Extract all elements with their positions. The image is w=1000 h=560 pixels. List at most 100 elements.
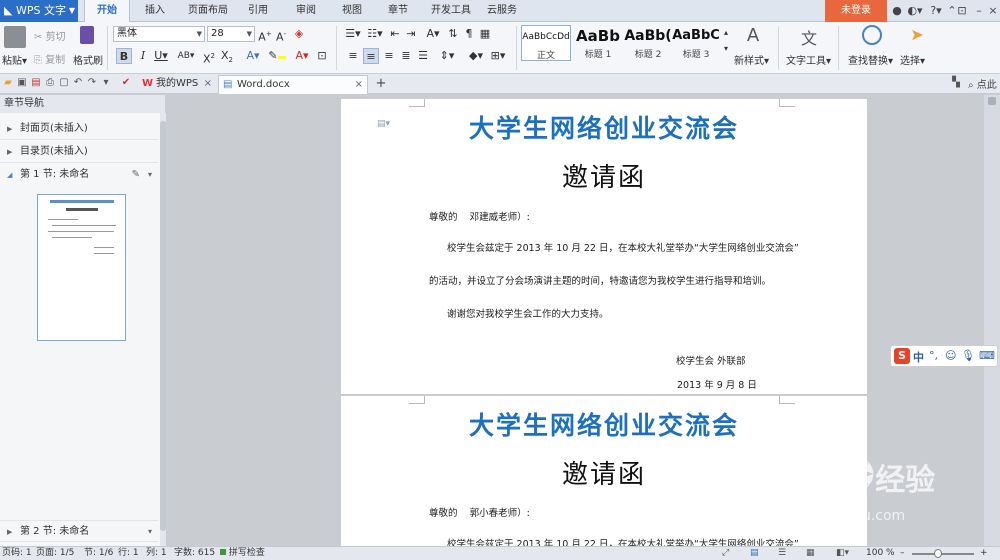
nav-item-cover[interactable]: ▶ 封面页(未插入) [0,118,158,140]
tab-page-layout[interactable]: 页面布局 [180,0,236,22]
zoom-level[interactable]: 100 % [866,547,895,560]
clear-format-icon[interactable]: ◈ [292,26,306,42]
style-normal[interactable]: AaBbCcDd 正文 [521,25,571,61]
style-heading2[interactable]: AaBb( 标题 2 [623,25,673,61]
status-page-number[interactable]: 页码: 1 [2,547,32,560]
nav-item-section-2[interactable]: ▶ 第 2 节: 未命名 ▾ [0,520,158,542]
new-tab-button[interactable]: + [374,74,388,94]
status-col[interactable]: 列: 1 [146,547,167,560]
status-row[interactable]: 行: 1 [118,547,139,560]
tab-chapter[interactable]: 章节 [380,0,416,22]
chinese-mode-icon[interactable]: 中 [913,349,924,365]
chevron-down-icon[interactable]: ▾ [148,164,152,186]
tab-insert[interactable]: 插入 [136,0,174,22]
skin-icon[interactable]: ● [890,0,904,22]
search-box[interactable]: ⌕ 点此 [968,76,997,91]
punctuation-icon[interactable]: °, [929,349,938,362]
quick-access-more-icon[interactable]: ▾ [100,77,112,89]
text-tools-button[interactable]: 文字工具▾ [786,52,831,67]
microphone-icon[interactable]: 🎙 [961,349,975,362]
border-button[interactable]: ⊞▾ [488,48,508,64]
close-tab-icon[interactable]: × [204,75,212,93]
web-view-icon[interactable]: ▦ [806,547,815,560]
strikethrough-button[interactable]: AB▾ [174,48,198,64]
share-icon[interactable]: ◐▾ [906,0,924,22]
highlight-button[interactable]: ✎ [266,48,288,64]
style-heading1[interactable]: AaBb 标题 1 [573,25,623,61]
tab-references[interactable]: 引用 [240,0,276,22]
font-color-button[interactable]: A▾ [292,48,312,64]
login-button[interactable]: 未登录 [825,0,887,22]
restore-icon[interactable]: ⊡ [955,0,969,22]
tab-my-wps[interactable]: W 我的WPS × [138,75,216,94]
input-method-bar[interactable]: S 中 °, ☺ 🎙 ⌨ [890,345,998,367]
nav-item-section-1[interactable]: ◢ 第 1 节: 未命名 ✎ ▾ [0,164,158,186]
reading-view-icon[interactable]: ◧▾ [836,547,849,560]
open-folder-icon[interactable]: ▰ [2,77,14,89]
chinese-layout-icon[interactable]: A▾ [424,26,442,42]
fullscreen-icon[interactable]: ⤢ [722,547,729,560]
redo-icon[interactable]: ↷ [86,77,98,89]
font-name-select[interactable]: 黑体 ▼ [113,26,205,42]
subscript-button[interactable]: X2 [220,48,234,64]
decrease-indent-icon[interactable]: ⇤ [388,26,402,42]
grid-icon[interactable]: ▦ [478,26,492,42]
pin-icon[interactable]: ✔ [120,77,132,89]
emoji-icon[interactable]: ☺ [945,349,956,362]
print-icon[interactable]: ⎙ [44,77,56,89]
scroll-thumb[interactable] [988,97,996,105]
edit-icon[interactable]: ✎ [132,164,140,186]
format-painter-icon[interactable] [80,26,94,44]
shrink-font-icon[interactable]: A- [274,26,288,44]
spell-check-toggle[interactable]: 拼写检查 [220,547,265,560]
export-pdf-icon[interactable]: ▤ [30,77,42,89]
increase-indent-icon[interactable]: ⇥ [404,26,418,42]
zoom-slider[interactable] [912,553,974,555]
tab-view[interactable]: 视图 [334,0,370,22]
style-heading3[interactable]: AaBbC 标题 3 [671,25,721,61]
align-left-icon[interactable]: ≡ [346,48,360,64]
close-icon[interactable]: × [986,0,1000,22]
tab-cloud[interactable]: 云服务 [482,0,522,22]
grow-font-icon[interactable]: A+ [258,26,272,44]
underline-button[interactable]: U▾ [152,48,170,64]
page-thumbnail[interactable] [37,194,126,341]
copy-button[interactable]: ⎘ 复制 [34,51,65,66]
page-view-icon[interactable]: ▤ [750,547,759,560]
char-border-icon[interactable]: ⊡ [316,48,328,64]
justify-icon[interactable]: ≣ [399,48,413,64]
paste-icon[interactable] [4,26,26,48]
superscript-button[interactable]: X2 [202,48,216,66]
keyboard-icon[interactable]: ⌨ [979,349,995,362]
distribute-icon[interactable]: ☰ [416,48,430,64]
zoom-slider-handle[interactable] [934,549,942,558]
tab-home[interactable]: 开始 [84,0,130,22]
status-word-count[interactable]: 字数: 615 [174,547,215,560]
zoom-in-button[interactable]: + [980,547,988,560]
format-painter-button[interactable]: 格式刷 [73,52,103,67]
tab-word-docx[interactable]: ▤ Word.docx × [218,75,368,94]
document-page-1[interactable]: ▤▾ 大学生网络创业交流会 邀请函 尊敬的 邓建威老师）: 校学生会兹定于 20… [341,99,867,394]
bullets-button[interactable]: ☰▾ [343,26,363,42]
italic-button[interactable]: I [136,48,150,64]
tab-review[interactable]: 审阅 [288,0,324,22]
scroll-thumb[interactable] [160,121,166,531]
line-spacing-button[interactable]: ⇕▾ [436,48,458,64]
new-style-button[interactable]: 新样式▾ [734,52,769,67]
align-right-icon[interactable]: ≡ [382,48,396,64]
minimize-icon[interactable]: – [972,0,986,22]
close-tab-icon[interactable]: × [355,76,363,94]
status-section[interactable]: 节: 1/6 [84,547,113,560]
tab-list-icon[interactable]: ▚ [950,77,962,89]
nav-scrollbar[interactable] [160,113,166,546]
outline-view-icon[interactable]: ☰ [778,547,786,560]
help-icon[interactable]: ?▾ [927,0,945,22]
text-effect-button[interactable]: A▾ [244,48,262,64]
show-marks-icon[interactable]: ¶ [462,26,476,42]
tab-developer[interactable]: 开发工具 [426,0,476,22]
find-replace-button[interactable]: 查找替换▾ [848,52,893,67]
sort-icon[interactable]: ⇅ [446,26,460,42]
chevron-down-icon[interactable]: ▾ [148,521,152,543]
bold-button[interactable]: B [116,48,132,64]
undo-icon[interactable]: ↶ [72,77,84,89]
